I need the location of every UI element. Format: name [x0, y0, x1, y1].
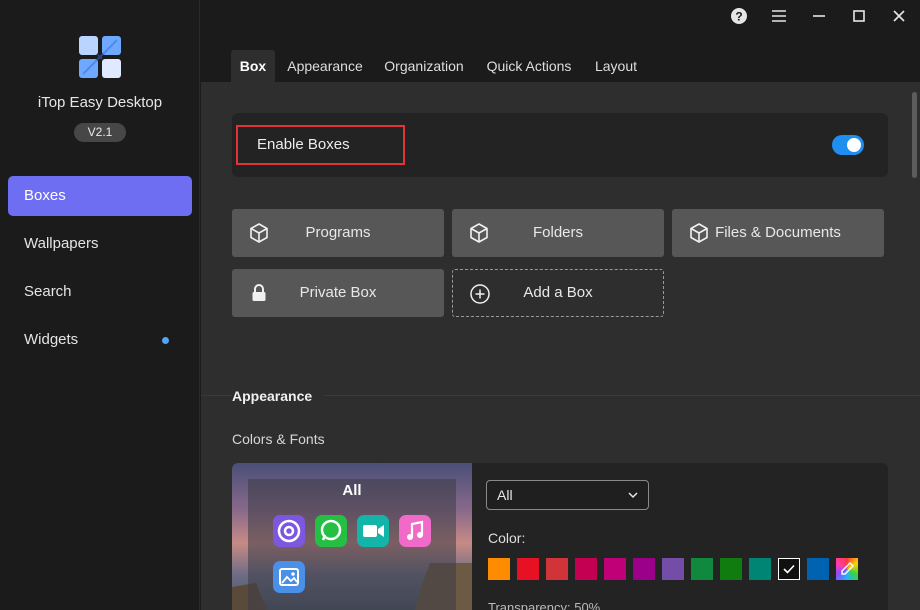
check-icon: [783, 564, 795, 574]
color-swatch[interactable]: [807, 558, 829, 580]
files-documents-box-button[interactable]: Files & Documents: [672, 209, 884, 257]
colors-fonts-subtitle: Colors & Fonts: [232, 431, 325, 447]
button-label: Folders: [532, 224, 584, 241]
color-swatch[interactable]: [749, 558, 771, 580]
eyedropper-icon: [841, 562, 854, 575]
svg-text:?: ?: [735, 10, 742, 24]
sidebar-item-widgets[interactable]: Widgets: [8, 320, 192, 360]
color-swatch[interactable]: [604, 558, 626, 580]
help-icon[interactable]: ?: [727, 4, 751, 28]
color-swatch[interactable]: [662, 558, 684, 580]
tab-quick-actions[interactable]: Quick Actions: [484, 50, 574, 82]
tab-box[interactable]: Box: [231, 50, 275, 82]
scrollbar[interactable]: [912, 92, 917, 178]
photos-icon: [273, 561, 305, 593]
maximize-icon[interactable]: [847, 4, 871, 28]
box-filter-select[interactable]: All: [486, 480, 649, 510]
enable-boxes-label: Enable Boxes: [236, 125, 405, 165]
video-call-icon: [357, 515, 389, 547]
appearance-panel: All All Color: Transparency: 50%: [232, 463, 888, 610]
tab-organization[interactable]: Organization: [381, 50, 467, 82]
chevron-down-icon: [628, 492, 638, 499]
menu-icon[interactable]: [767, 4, 791, 28]
main-content: Enable Boxes Programs Folders Files & Do…: [201, 82, 920, 610]
folders-box-button[interactable]: Folders: [452, 209, 664, 257]
color-swatch[interactable]: [517, 558, 539, 580]
toggle-knob: [847, 138, 861, 152]
close-icon[interactable]: [887, 4, 911, 28]
sidebar-item-label: Search: [24, 283, 72, 300]
select-value: All: [497, 487, 513, 503]
sidebar-item-search[interactable]: Search: [8, 272, 192, 312]
tab-layout[interactable]: Layout: [592, 50, 640, 82]
minimize-icon[interactable]: [807, 4, 831, 28]
title-bar: ?: [201, 0, 920, 32]
preview-box: All: [248, 479, 456, 610]
button-label: Private Box: [299, 284, 377, 301]
app-logo-icon: [79, 36, 121, 78]
button-label: Add a Box: [523, 284, 593, 301]
sidebar-item-label: Boxes: [24, 187, 66, 204]
transparency-label: Transparency: 50%: [488, 600, 601, 610]
enable-boxes-toggle[interactable]: [832, 135, 864, 155]
appearance-section-title: Appearance: [232, 388, 325, 404]
app-name: iTop Easy Desktop: [37, 94, 163, 111]
color-swatch[interactable]: [488, 558, 510, 580]
cube-icon: [470, 223, 488, 243]
color-swatch[interactable]: [836, 558, 858, 580]
color-label: Color:: [488, 530, 526, 546]
button-label: Files & Documents: [715, 224, 841, 241]
sidebar-item-wallpapers[interactable]: Wallpapers: [8, 224, 192, 264]
color-swatch[interactable]: [720, 558, 742, 580]
plus-circle-icon: [470, 284, 490, 304]
tab-appearance[interactable]: Appearance: [285, 50, 365, 82]
color-swatch[interactable]: [633, 558, 655, 580]
lock-icon: [252, 284, 266, 301]
enable-boxes-card: Enable Boxes: [232, 113, 888, 177]
cube-icon: [690, 223, 708, 243]
whatsapp-icon: [315, 515, 347, 547]
add-box-button[interactable]: Add a Box: [452, 269, 664, 317]
tab-bar: Box Appearance Organization Quick Action…: [201, 32, 920, 82]
programs-box-button[interactable]: Programs: [232, 209, 444, 257]
color-swatch[interactable]: [691, 558, 713, 580]
cube-icon: [250, 223, 268, 243]
sidebar-item-label: Widgets: [24, 331, 79, 348]
private-box-button[interactable]: Private Box: [232, 269, 444, 317]
color-swatch[interactable]: [546, 558, 568, 580]
music-icon: [399, 515, 431, 547]
color-swatch[interactable]: [778, 558, 800, 580]
button-label: Programs: [305, 224, 371, 241]
sidebar-item-boxes[interactable]: Boxes: [8, 176, 192, 216]
box-preview: All: [232, 463, 472, 610]
sidebar: iTop Easy Desktop V2.1 Boxes Wallpapers …: [0, 0, 200, 610]
sidebar-item-label: Wallpapers: [24, 235, 99, 252]
notification-dot: [162, 337, 169, 344]
version-badge: V2.1: [74, 123, 126, 142]
color-swatch[interactable]: [575, 558, 597, 580]
preview-box-title: All: [342, 482, 362, 499]
chrome-icon: [273, 515, 305, 547]
